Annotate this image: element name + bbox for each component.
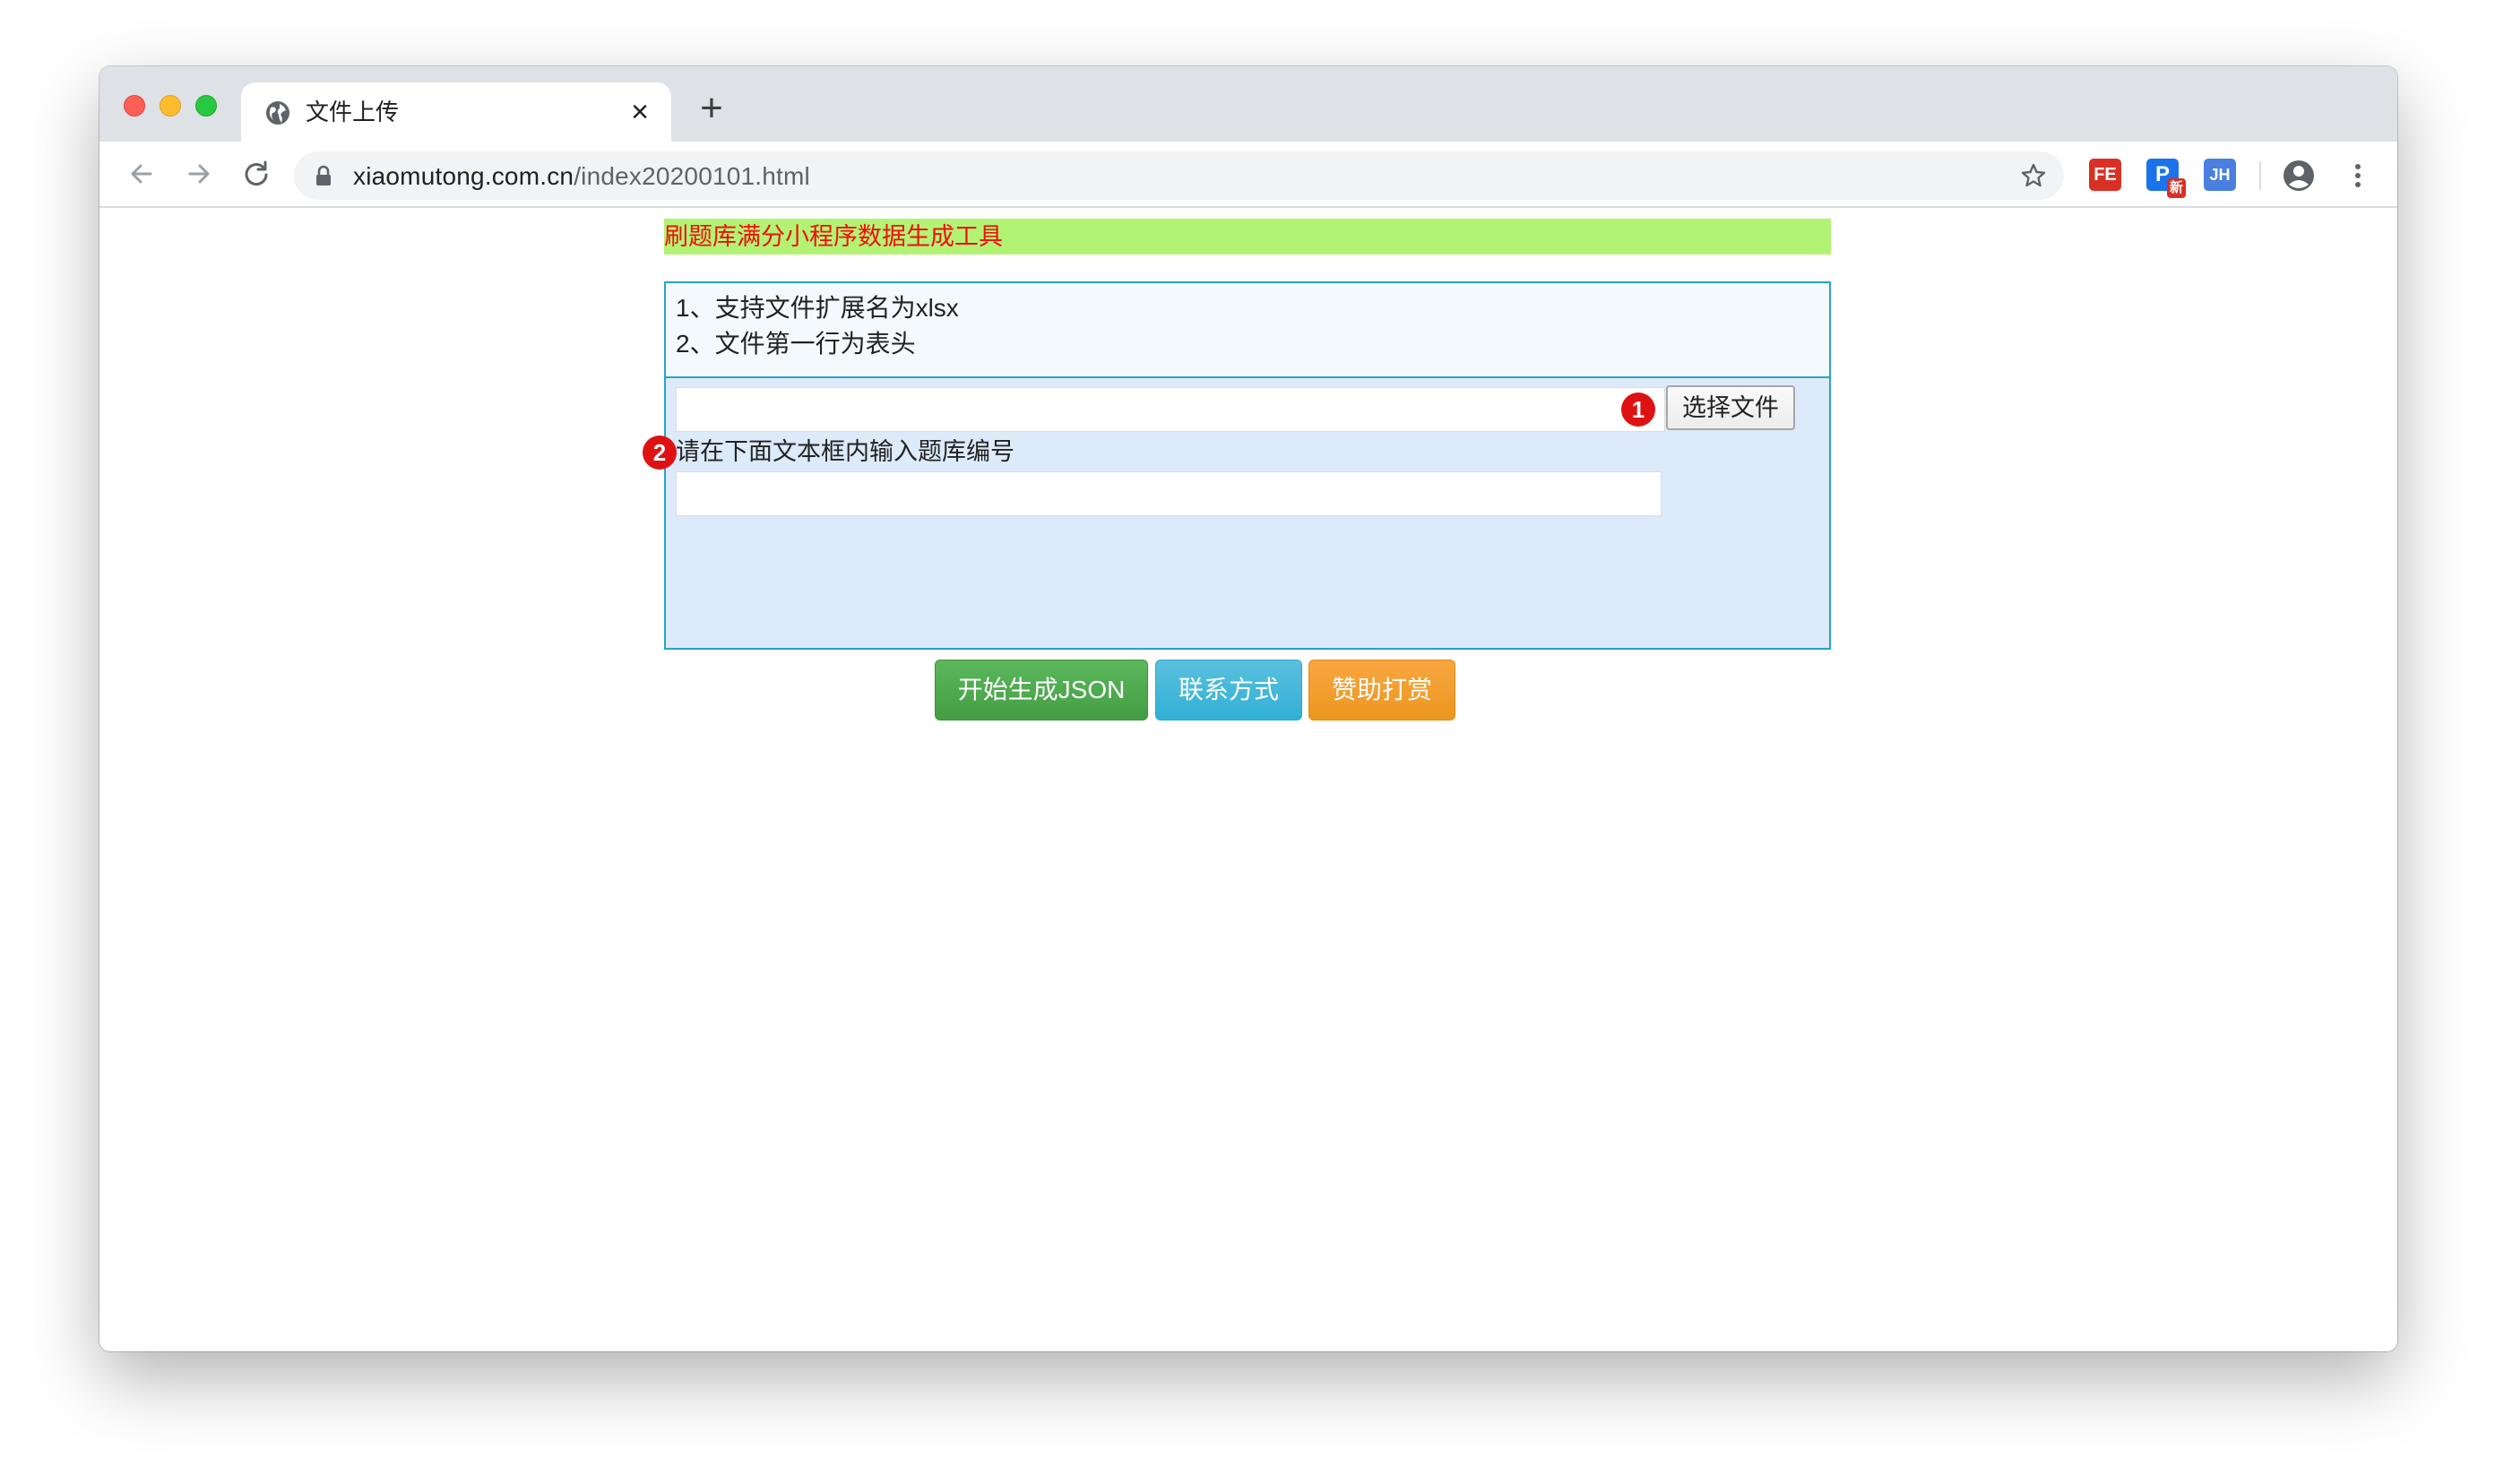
account-icon[interactable] — [2281, 158, 2317, 194]
page-title: 刷题库满分小程序数据生成工具 — [664, 219, 1831, 255]
p-extension-badge: 新 — [2166, 178, 2186, 198]
browser-window: 文件上传 × + xiaomutong.com.cn/index20200101… — [99, 66, 2397, 1351]
address-bar[interactable]: xiaomutong.com.cn/index20200101.html — [294, 151, 2064, 200]
tab-close-icon[interactable]: × — [623, 95, 657, 129]
file-path-field[interactable] — [676, 387, 1665, 432]
browser-toolbar: xiaomutong.com.cn/index20200101.html FE … — [99, 142, 2397, 208]
globe-icon — [266, 101, 289, 125]
new-tab-icon[interactable]: + — [691, 88, 732, 129]
generate-json-button[interactable]: 开始生成JSON — [935, 660, 1148, 720]
url-path: /index20200101.html — [574, 162, 810, 190]
fe-extension-icon[interactable]: FE — [2089, 159, 2121, 191]
choose-file-button[interactable]: 选择文件 — [1666, 385, 1795, 430]
lock-icon[interactable] — [314, 165, 333, 186]
tab-title: 文件上传 — [306, 99, 400, 125]
jh-extension-icon[interactable]: JH — [2204, 159, 2236, 191]
instruction-line: 2、文件第一行为表头 — [676, 330, 916, 358]
upload-panel: 1、支持文件扩展名为xlsx 2、文件第一行为表头 选择文件 1 2 请在下面文… — [643, 281, 1831, 650]
tab-strip: 文件上传 × + — [99, 66, 2397, 142]
step-marker-2: 2 — [643, 436, 677, 470]
reload-icon[interactable] — [237, 155, 275, 193]
maximize-window-button[interactable] — [195, 95, 217, 116]
url-text: xiaomutong.com.cn/index20200101.html — [353, 163, 810, 190]
close-window-button[interactable] — [124, 95, 145, 116]
url-host: xiaomutong.com.cn — [353, 162, 574, 190]
bank-id-input[interactable] — [676, 471, 1662, 516]
browser-tab[interactable]: 文件上传 × — [241, 82, 671, 142]
kebab-menu-icon[interactable] — [2340, 158, 2376, 194]
minimize-window-button[interactable] — [160, 95, 181, 116]
p-extension-icon[interactable]: P新 — [2146, 159, 2186, 198]
upload-form: 选择文件 1 2 请在下面文本框内输入题库编号 — [643, 378, 1829, 648]
star-icon[interactable] — [2019, 161, 2048, 190]
step-marker-1: 1 — [1621, 393, 1655, 427]
donate-button[interactable]: 赞助打赏 — [1308, 660, 1455, 720]
arrow-right-icon[interactable] — [180, 155, 218, 193]
toolbar-divider — [2259, 161, 2261, 190]
arrow-left-icon[interactable] — [123, 155, 160, 193]
page-content: 刷题库满分小程序数据生成工具 1、支持文件扩展名为xlsx 2、文件第一行为表头… — [99, 208, 2397, 1351]
bank-id-label: 请在下面文本框内输入题库编号 — [676, 438, 1014, 465]
contact-button[interactable]: 联系方式 — [1155, 660, 1302, 720]
instructions-box: 1、支持文件扩展名为xlsx 2、文件第一行为表头 — [666, 283, 1829, 378]
instruction-line: 1、支持文件扩展名为xlsx — [676, 294, 959, 322]
